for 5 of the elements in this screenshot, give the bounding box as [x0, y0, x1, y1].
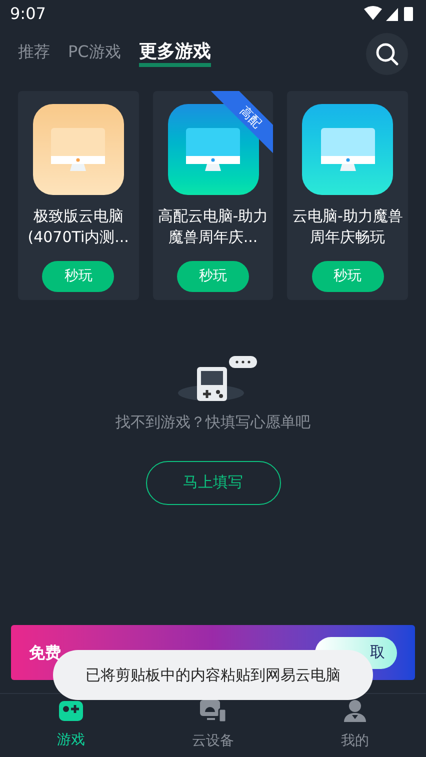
game-title: 高配云电脑-助力魔兽周年庆...	[156, 206, 270, 248]
status-time: 9:07	[10, 3, 46, 25]
game-title: 极致版云电脑(4070Ti内测...	[26, 206, 130, 248]
empty-message: 找不到游戏？快填写心愿单吧	[116, 412, 310, 433]
game-title: 云电脑-助力魔兽周年庆畅玩	[291, 206, 404, 248]
